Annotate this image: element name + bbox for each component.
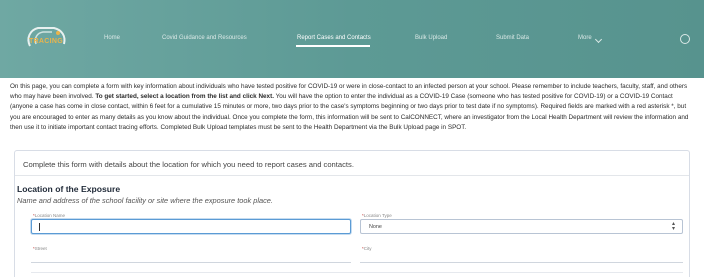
logo-text: TRACING: [29, 38, 63, 45]
location-type-select[interactable]: None ▴ ▾: [360, 219, 683, 234]
active-tab-underline: [296, 45, 370, 47]
select-arrows-icon: ▴ ▾: [671, 221, 675, 232]
intro-paragraph: On this page, you can complete a form wi…: [10, 82, 696, 133]
form-card: Complete this form with details about th…: [14, 150, 690, 277]
street-label: *Street: [33, 246, 47, 251]
section-title: Location of the Exposure: [17, 184, 121, 194]
nav-more[interactable]: More: [578, 35, 592, 41]
form-card-header: Complete this form with details about th…: [15, 151, 689, 176]
row-divider: [31, 272, 683, 273]
text-cursor: [39, 223, 40, 231]
city-label: *City: [362, 246, 372, 251]
location-type-value: None: [369, 224, 382, 230]
location-type-label: *Location Type: [362, 213, 392, 218]
nav-report-cases[interactable]: Report Cases and Contacts: [297, 35, 371, 41]
street-input[interactable]: [31, 262, 351, 263]
top-navigation-bar: TRACING Home Covid Guidance and Resource…: [0, 0, 704, 78]
location-name-input[interactable]: [31, 219, 351, 234]
section-subtitle: Name and address of the school facility …: [17, 196, 273, 205]
intro-bold-instruction: To get started, select a location from t…: [95, 93, 274, 101]
location-name-label: *Location Name: [33, 213, 66, 218]
nav-home[interactable]: Home: [104, 35, 120, 41]
city-input[interactable]: [360, 262, 683, 263]
chevron-down-icon[interactable]: [594, 35, 603, 44]
form-header-text: Complete this form with details about th…: [23, 160, 354, 169]
user-avatar-icon[interactable]: [680, 34, 690, 44]
nav-bulk-upload[interactable]: Bulk Upload: [415, 35, 447, 41]
nav-covid-guidance[interactable]: Covid Guidance and Resources: [162, 35, 247, 41]
nav-submit-data[interactable]: Submit Data: [496, 35, 529, 41]
